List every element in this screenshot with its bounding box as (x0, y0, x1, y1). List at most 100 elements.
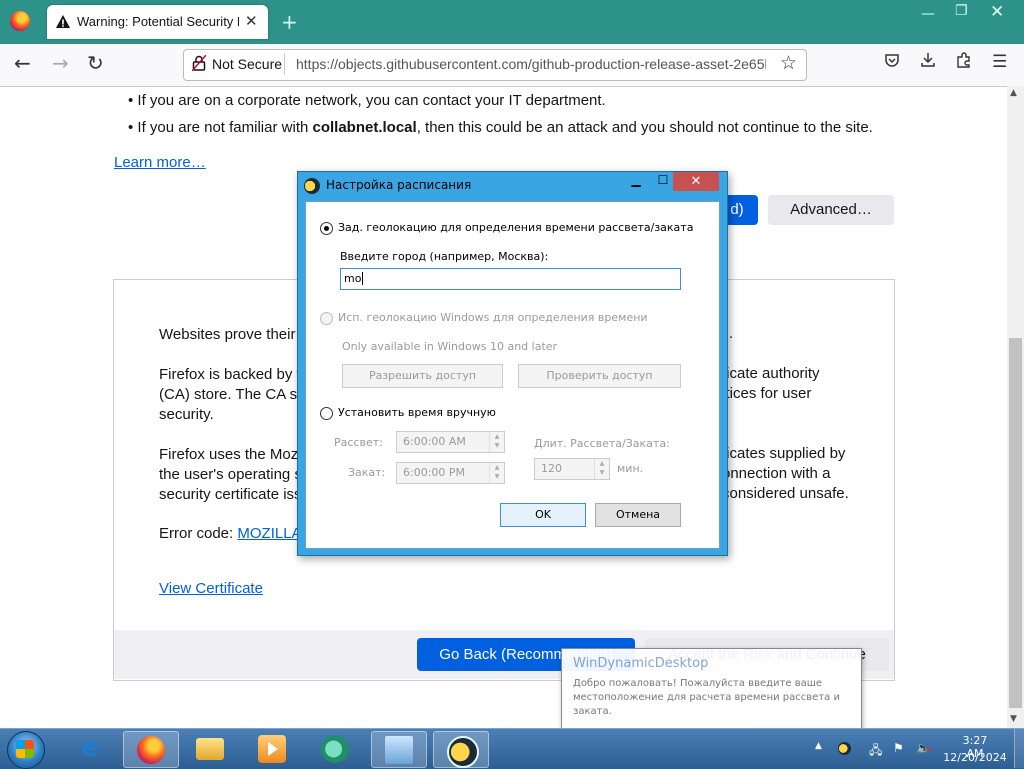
mute-icon: ✕ (925, 746, 933, 756)
scrollbar-thumb[interactable] (1009, 338, 1022, 708)
tab-title: Warning: Potential Security Risk (77, 14, 239, 29)
city-input-value: mo (344, 272, 362, 285)
learn-more-link[interactable]: Learn more… (114, 154, 206, 171)
city-label: Введите город (например, Москва): (340, 250, 549, 263)
forward-arrow-icon[interactable]: → (52, 51, 69, 75)
taskbar-windynamicdesktop[interactable] (433, 731, 489, 768)
text-caret (362, 272, 363, 285)
dialog-minimize-icon[interactable]: ▁ (623, 173, 649, 191)
url-separator (284, 53, 285, 75)
windows-version-note: Only available in Windows 10 and later (342, 340, 558, 353)
windows-logo-icon (16, 740, 34, 758)
sunset-time-value: 6:00:00 PM (403, 466, 466, 479)
paragraph-line: ficate authority (722, 365, 820, 382)
sunset-time-picker[interactable]: 6:00:00 PM ▲ ▼ (396, 462, 505, 484)
tab-close-icon[interactable]: ✕ (245, 12, 258, 30)
paragraph-line: ctices for user (718, 385, 812, 402)
radio-windows-geolocation-label[interactable]: Исп. геолокацию Windows для определения … (338, 311, 648, 324)
paragraph-line: onnection with a (722, 465, 831, 482)
windynamicdesktop-icon (304, 178, 320, 194)
radio-manual-time[interactable] (320, 407, 333, 420)
insecure-lock-icon[interactable] (191, 54, 207, 75)
internet-explorer-icon: e (81, 733, 99, 763)
duration-spinner-arrows-icon[interactable]: ▲ ▼ (594, 459, 609, 479)
taskbar-firefox[interactable] (123, 731, 179, 768)
hamburger-menu-icon[interactable]: ☰ (992, 52, 1007, 72)
media-player-icon (258, 735, 286, 763)
sunrise-time-value: 6:00:00 AM (403, 435, 466, 448)
pocket-icon[interactable] (884, 52, 900, 73)
tab-security-warning[interactable]: Warning: Potential Security Risk ✕ (47, 5, 268, 39)
radio-geolocation-label[interactable]: Зад. геолокацию для определения времени … (338, 221, 693, 234)
allow-access-button[interactable]: Разрешить доступ (342, 364, 503, 388)
bullet-unfamiliar-host: • If you are not familiar with collabnet… (128, 119, 873, 136)
bullet-corporate-network: • If you are on a corporate network, you… (128, 92, 606, 109)
reload-icon[interactable]: ↻ (87, 51, 104, 75)
error-code-link[interactable]: MOZILLA (237, 525, 301, 542)
close-window-icon[interactable]: ✕ (990, 2, 1004, 22)
minutes-label: мин. (617, 462, 644, 475)
network-icon[interactable]: 🖧 (869, 741, 882, 762)
action-center-flag-icon[interactable]: ⚑ (893, 741, 904, 755)
sunset-spinner-arrows-icon[interactable]: ▲ ▼ (489, 463, 504, 483)
clock-date[interactable]: 12/20/2024 (942, 751, 1008, 764)
taskbar-internet-explorer[interactable]: e (63, 731, 117, 766)
check-access-button[interactable]: Проверить доступ (518, 364, 681, 388)
bullet-text-prefix: • If you are not familiar with (128, 119, 313, 136)
sunrise-spinner-arrows-icon[interactable]: ▲ ▼ (489, 432, 504, 452)
bookmark-star-icon[interactable]: ☆ (780, 52, 797, 74)
restore-window-icon[interactable]: ❐ (955, 3, 968, 19)
paragraph-line: ficates supplied by (722, 445, 846, 462)
url-bar[interactable]: Not Secure https://objects.githubusercon… (183, 49, 807, 81)
folder-icon (196, 738, 224, 760)
control-panel-icon (385, 736, 413, 764)
firefox-icon (137, 736, 165, 764)
not-secure-label[interactable]: Not Secure (212, 56, 282, 72)
sunrise-time-picker[interactable]: 6:00:00 AM ▲ ▼ (396, 431, 505, 453)
notification-balloon[interactable]: WinDynamicDesktop Добро пожаловать! Пожа… (561, 648, 862, 730)
advanced-button[interactable]: Advanced… (768, 195, 894, 225)
schedule-settings-dialog: Настройка расписания ▁ ☐ ✕ Зад. геолокац… (297, 171, 728, 556)
extensions-icon[interactable] (956, 52, 972, 73)
error-code: Error code: MOZILLA (159, 525, 302, 542)
new-tab-button[interactable]: + (281, 10, 298, 34)
sunrise-label: Рассвет: (334, 436, 383, 449)
windynamicdesktop-icon (447, 736, 479, 768)
duration-label: Длит. Рассвета/Заката: (534, 437, 670, 450)
app-icon (321, 735, 349, 763)
taskbar-control-panel[interactable] (371, 731, 427, 768)
taskbar-media-player[interactable] (245, 731, 299, 766)
cancel-button[interactable]: Отмена (595, 503, 681, 527)
dialog-close-icon[interactable]: ✕ (673, 172, 719, 191)
radio-geolocation[interactable] (320, 222, 333, 235)
navigation-toolbar: ← → ↻ Not Secure https://objects.githubu… (0, 44, 1024, 87)
scroll-down-arrow-icon[interactable]: ▼ (1010, 714, 1017, 724)
downloads-icon[interactable] (920, 52, 936, 73)
taskbar-file-explorer[interactable] (183, 731, 237, 766)
minimize-window-icon[interactable]: — (921, 6, 935, 22)
windynamicdesktop-tray-icon[interactable] (838, 742, 851, 755)
host-name: collabnet.local (312, 119, 417, 136)
notification-message: Добро пожаловать! Пожалуйста введите ваш… (573, 678, 840, 717)
duration-stepper[interactable]: 120 ▲ ▼ (534, 458, 610, 480)
back-arrow-icon[interactable]: ← (14, 51, 31, 75)
show-desktop-button[interactable] (1014, 729, 1024, 768)
ok-button[interactable]: OK (500, 503, 586, 527)
paragraph-websites-prove-end: . (729, 325, 734, 342)
scroll-up-arrow-icon[interactable]: ▲ (1010, 88, 1017, 98)
dialog-body: Зад. геолокацию для определения времени … (305, 201, 720, 549)
radio-manual-time-label[interactable]: Установить время вручную (338, 406, 496, 419)
show-hidden-icons-icon[interactable]: ▲ (815, 741, 822, 751)
dialog-title: Настройка расписания (326, 178, 472, 192)
error-code-label: Error code: (159, 525, 238, 542)
url-text[interactable]: https://objects.githubusercontent.com/gi… (296, 56, 766, 72)
view-certificate-link[interactable]: View Certificate (159, 580, 263, 597)
taskbar-app[interactable] (308, 731, 362, 766)
bullet-text-suffix: , then this could be an attack and you s… (416, 119, 873, 136)
duration-value: 120 (541, 462, 562, 475)
warning-icon (55, 14, 71, 34)
paragraph-line: considered unsafe. (722, 485, 849, 502)
firefox-logo-icon[interactable] (10, 11, 30, 31)
city-input[interactable]: mo (340, 268, 681, 290)
radio-windows-geolocation[interactable] (320, 312, 333, 325)
